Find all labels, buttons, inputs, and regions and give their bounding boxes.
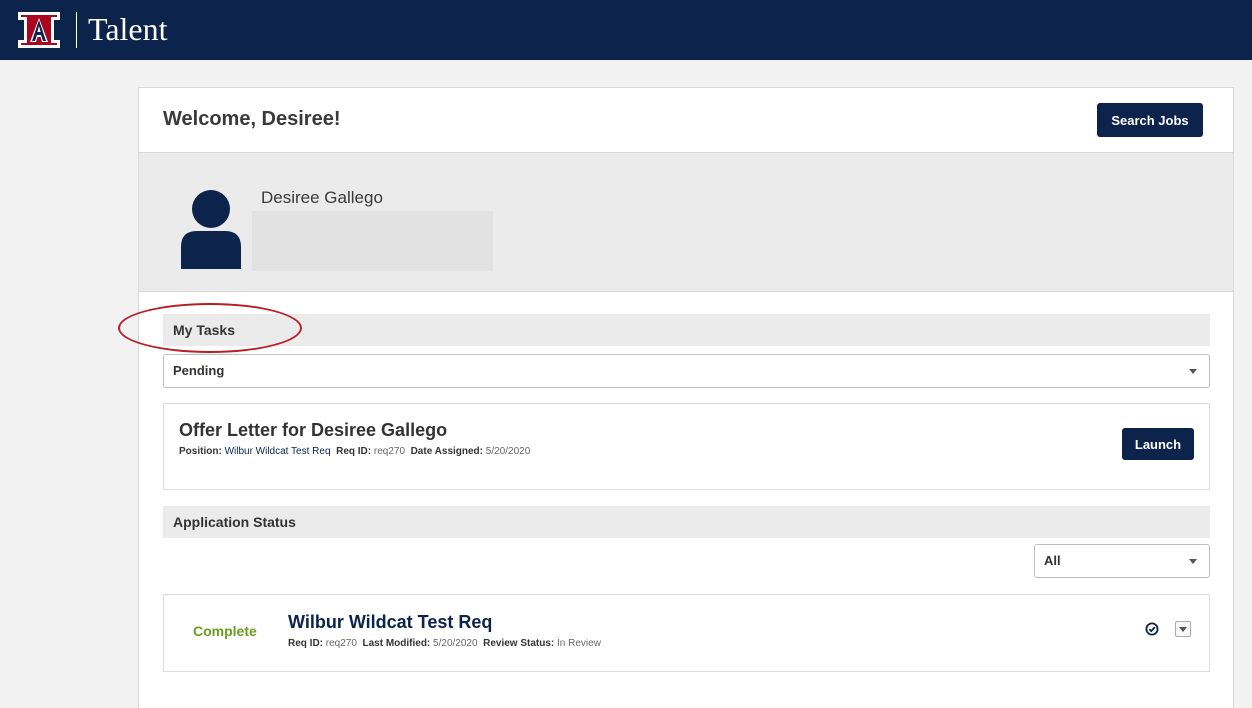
user-silhouette-icon xyxy=(181,190,241,269)
university-logo-icon[interactable] xyxy=(14,8,64,52)
status-badge: Complete xyxy=(193,623,257,639)
req-id-label: Req ID: xyxy=(336,446,372,457)
profile-details-placeholder xyxy=(252,211,493,271)
chevron-down-icon xyxy=(1189,559,1197,564)
profile-section: Desiree Gallego xyxy=(139,152,1233,292)
top-bar: Talent xyxy=(0,0,1252,60)
application-meta: Req ID: req270 Last Modified: 5/20/2020 … xyxy=(288,638,601,649)
position-link[interactable]: Wilbur Wildcat Test Req xyxy=(225,446,331,457)
expand-button[interactable] xyxy=(1175,621,1191,637)
last-modified-value: 5/20/2020 xyxy=(433,638,478,649)
main-panel: Welcome, Desiree! Search Jobs Desiree Ga… xyxy=(138,87,1234,708)
chevron-down-icon xyxy=(1179,627,1187,632)
avatar xyxy=(163,175,259,269)
check-circle-icon[interactable] xyxy=(1145,622,1159,636)
last-modified-label: Last Modified: xyxy=(362,638,431,649)
launch-button[interactable]: Launch xyxy=(1122,428,1194,460)
review-status-value: In Review xyxy=(557,638,601,649)
date-assigned-value: 5/20/2020 xyxy=(485,446,531,457)
task-filter-select[interactable]: Pending xyxy=(163,354,1210,388)
req-id-value: req270 xyxy=(325,638,357,649)
position-label: Position: xyxy=(179,446,222,457)
date-assigned-label: Date Assigned: xyxy=(410,446,483,457)
task-card: Offer Letter for Desiree Gallego Positio… xyxy=(163,403,1210,490)
my-tasks-header: My Tasks xyxy=(163,314,1210,346)
review-status-label: Review Status: xyxy=(483,638,555,649)
req-id-label: Req ID: xyxy=(288,638,323,649)
task-title: Offer Letter for Desiree Gallego xyxy=(179,420,448,440)
application-status-header: Application Status xyxy=(163,506,1210,538)
profile-name: Desiree Gallego xyxy=(261,188,383,207)
task-meta: Position: Wilbur Wildcat Test Req Req ID… xyxy=(179,446,530,457)
search-jobs-button[interactable]: Search Jobs xyxy=(1097,103,1203,137)
req-id-value: req270 xyxy=(373,446,406,457)
application-card: Complete Wilbur Wildcat Test Req Req ID:… xyxy=(163,594,1210,672)
task-filter-value: Pending xyxy=(173,363,225,378)
logo-divider xyxy=(76,12,77,48)
application-filter-value: All xyxy=(1044,553,1061,568)
application-status-title: Application Status xyxy=(173,514,296,530)
my-tasks-title: My Tasks xyxy=(173,322,235,338)
application-title-link[interactable]: Wilbur Wildcat Test Req xyxy=(288,612,492,633)
chevron-down-icon xyxy=(1189,369,1197,374)
app-title: Talent xyxy=(88,11,168,47)
welcome-heading: Welcome, Desiree! xyxy=(163,108,341,130)
application-filter-select[interactable]: All xyxy=(1034,544,1210,578)
